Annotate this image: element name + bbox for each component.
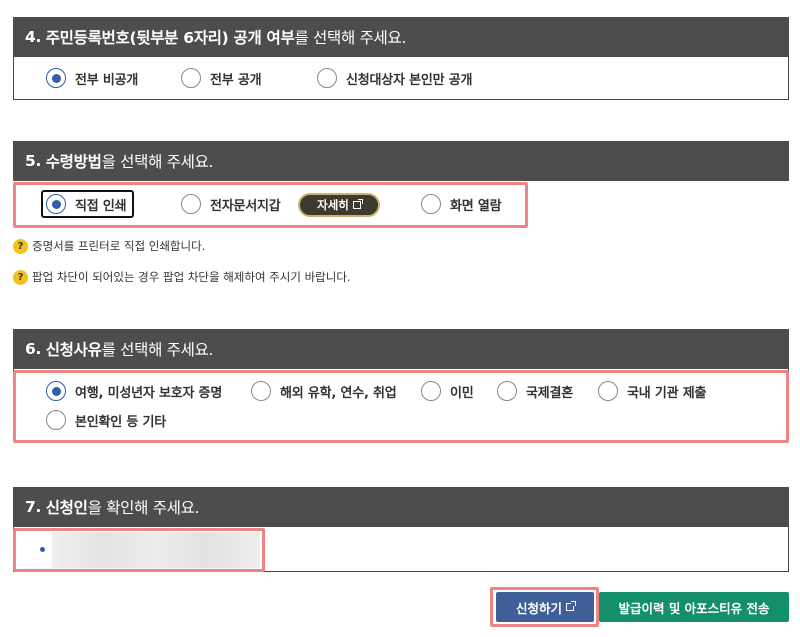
radio-unselected-icon <box>46 410 66 430</box>
notice-text: 팝업 차단이 되어있는 경우 팝업 차단을 해제하여 주시기 바랍니다. <box>32 270 351 284</box>
radio-label: 본인확인 등 기타 <box>75 414 166 430</box>
notice-popup: ? 팝업 차단이 되어있는 경우 팝업 차단을 해제하여 주시기 바랍니다. <box>13 269 351 285</box>
apply-button-label: 신청하기 <box>515 600 562 616</box>
section-6-body <box>13 369 789 441</box>
radio-unselected-icon <box>251 381 271 401</box>
radio-label: 전부 공개 <box>210 72 262 88</box>
section-6-number: 6. <box>25 340 42 358</box>
list-bullet <box>40 547 45 552</box>
detail-button-label: 자세히 <box>317 198 349 212</box>
section-rrn-disclosure: 4. 주민등록번호(뒷부분 6자리) 공개 여부 를 선택해 주세요. 전부 비공… <box>13 17 789 100</box>
section-5-number: 5. <box>25 152 42 170</box>
section-7-title-bold: 신청인 <box>45 499 88 517</box>
section-4-title-bold: 주민등록번호(뒷부분 6자리) 공개 여부 <box>45 29 295 47</box>
section-5-title-bold: 수령방법 <box>45 153 102 171</box>
radio-selected-icon <box>46 194 66 214</box>
radio-unselected-icon <box>421 381 441 401</box>
radio-reason-domestic-submission[interactable]: 국내 기관 제출 <box>598 381 706 401</box>
radio-rrn-self-only[interactable]: 신청대상자 본인만 공개 <box>317 68 472 88</box>
radio-unselected-icon <box>421 194 441 214</box>
section-7-title-rest: 을 확인해 주세요. <box>87 499 200 517</box>
radio-label: 전자문서지갑 <box>210 198 281 214</box>
applicant-info-redacted <box>52 532 260 568</box>
radio-unselected-icon <box>317 68 337 88</box>
notice-text: 증명서를 프린터로 직접 인쇄합니다. <box>32 239 206 253</box>
section-6-title-rest: 를 선택해 주세요. <box>101 341 214 359</box>
radio-label: 국내 기관 제출 <box>627 385 707 401</box>
radio-label: 국제결혼 <box>526 385 574 401</box>
radio-digital-wallet[interactable]: 전자문서지갑 <box>181 194 281 214</box>
radio-label: 해외 유학, 연수, 취업 <box>280 385 397 401</box>
section-7-header: 7. 신청인 을 확인해 주세요. <box>13 487 789 527</box>
radio-print-directly[interactable]: 직접 인쇄 <box>46 194 127 214</box>
radio-reason-intl-marriage[interactable]: 국제결혼 <box>497 381 573 401</box>
radio-label: 직접 인쇄 <box>75 198 127 214</box>
apply-button[interactable]: 신청하기 <box>496 592 594 622</box>
radio-unselected-icon <box>181 68 201 88</box>
radio-label: 화면 열람 <box>450 198 502 214</box>
radio-rrn-all-hidden[interactable]: 전부 비공개 <box>46 68 138 88</box>
section-6-header: 6. 신청사유 를 선택해 주세요. <box>13 329 789 369</box>
radio-reason-emigration[interactable]: 이민 <box>421 381 474 401</box>
question-icon: ? <box>13 269 28 285</box>
history-apostille-button[interactable]: 발급이력 및 아포스티유 전송 <box>599 592 789 622</box>
section-5-title-rest: 을 선택해 주세요. <box>101 153 214 171</box>
section-4-number: 4. <box>25 28 42 46</box>
external-link-icon <box>352 199 363 209</box>
notice-print: ? 증명서를 프린터로 직접 인쇄합니다. <box>13 238 205 254</box>
question-icon: ? <box>13 238 28 254</box>
section-7-number: 7. <box>25 498 42 516</box>
radio-label: 신청대상자 본인만 공개 <box>346 72 473 88</box>
detail-button[interactable]: 자세히 <box>298 193 380 217</box>
radio-label: 전부 비공개 <box>75 72 139 88</box>
section-4-body: 전부 비공개 전부 공개 신청대상자 본인만 공개 <box>13 57 789 100</box>
section-4-title-rest: 를 선택해 주세요. <box>294 29 407 47</box>
radio-unselected-icon <box>181 194 201 214</box>
section-4-header: 4. 주민등록번호(뒷부분 6자리) 공개 여부 를 선택해 주세요. <box>13 17 789 57</box>
radio-label: 이민 <box>450 385 474 401</box>
section-6-title-bold: 신청사유 <box>45 341 102 359</box>
radio-rrn-all-public[interactable]: 전부 공개 <box>181 68 262 88</box>
radio-screen-view[interactable]: 화면 열람 <box>421 194 502 214</box>
section-5-header: 5. 수령방법 을 선택해 주세요. <box>13 141 789 181</box>
section-receipt-method: 5. 수령방법 을 선택해 주세요. <box>13 141 789 181</box>
radio-selected-icon <box>46 381 66 401</box>
radio-unselected-icon <box>598 381 618 401</box>
external-link-icon <box>566 601 576 611</box>
history-button-label: 발급이력 및 아포스티유 전송 <box>618 600 770 616</box>
radio-selected-icon <box>46 68 66 88</box>
radio-reason-study-abroad[interactable]: 해외 유학, 연수, 취업 <box>251 381 397 401</box>
radio-reason-other[interactable]: 본인확인 등 기타 <box>46 410 166 430</box>
radio-label: 여행, 미성년자 보호자 증명 <box>75 385 223 401</box>
radio-reason-travel[interactable]: 여행, 미성년자 보호자 증명 <box>46 381 222 401</box>
radio-unselected-icon <box>497 381 517 401</box>
